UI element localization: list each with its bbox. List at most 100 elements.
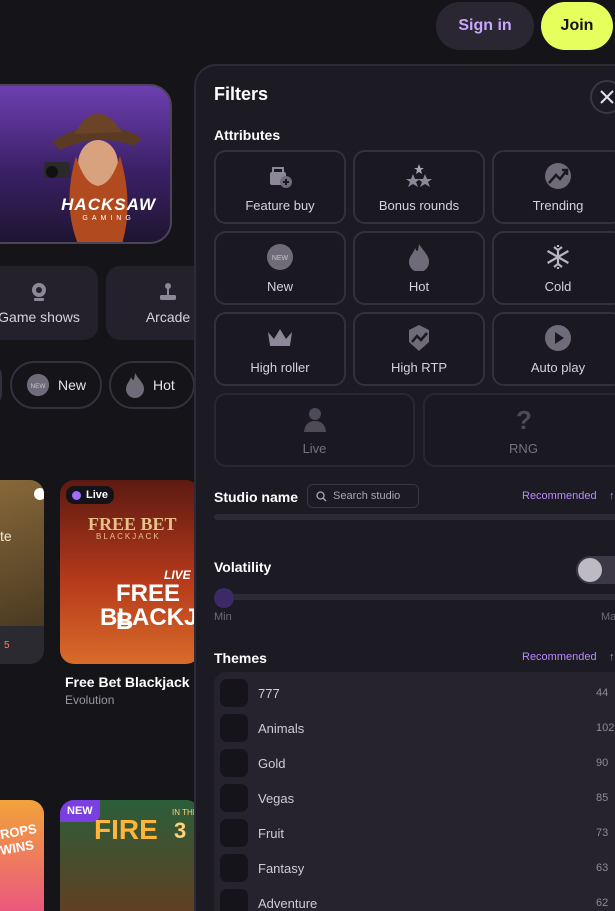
theme-checkbox[interactable] [220, 679, 248, 707]
game-card-fire-in-the-hole[interactable]: NEW FIRE IN THE 3 [60, 800, 200, 911]
studio-name-title: Studio name [214, 489, 299, 505]
attribute-cold[interactable]: Cold [492, 231, 615, 305]
attribute-label: High roller [250, 359, 310, 375]
close-button[interactable] [590, 80, 615, 114]
attribute-label: Feature buy [245, 197, 315, 213]
chip-new[interactable]: NEW New [10, 361, 102, 409]
question-icon: ? [516, 405, 532, 433]
card-corner-dot [34, 488, 44, 500]
flame-icon [126, 373, 144, 398]
card-fragment-number: 5 [4, 640, 10, 651]
svg-text:NEW: NEW [30, 383, 46, 390]
search-icon [316, 490, 327, 501]
theme-label: Gold [258, 755, 286, 771]
chip-hot[interactable]: Hot [109, 361, 195, 409]
svg-text:?: ? [516, 405, 532, 433]
join-button[interactable]: Join [541, 2, 613, 50]
hacksaw-logo-text: HACKSAW [61, 195, 156, 214]
sort-arrow-icon[interactable]: ↑ [609, 651, 615, 663]
feature-buy-icon [270, 166, 292, 188]
filters-panel: Filters Attributes Feature buy Bonus rou… [194, 64, 615, 911]
svg-text:NEW: NEW [272, 255, 289, 262]
sort-arrow-icon[interactable]: ↑ [609, 490, 615, 502]
theme-row-777[interactable]: 777 44 [220, 678, 615, 708]
chip-partial[interactable] [0, 361, 2, 409]
volatility-slider-handle[interactable] [214, 588, 234, 608]
theme-count: 102 [596, 722, 615, 734]
studio-search-input[interactable]: Search studio [307, 484, 419, 508]
attribute-rng[interactable]: ? RNG [423, 393, 615, 467]
new-badge-icon: NEW [26, 373, 50, 397]
fire-logo: FIRE [94, 814, 158, 845]
game-card-partial[interactable]: te 5 [0, 480, 44, 664]
theme-count: 85 [596, 792, 609, 804]
theme-checkbox[interactable] [220, 714, 248, 742]
hacksaw-logo-sub: GAMING [82, 215, 135, 222]
theme-checkbox[interactable] [220, 889, 248, 911]
attribute-trending[interactable]: Trending [492, 150, 615, 224]
theme-label: Fantasy [258, 860, 305, 876]
game-card-drops-wins[interactable]: ROPS WINS [0, 800, 44, 911]
themes-sort-dropdown[interactable]: Recommended [522, 651, 597, 663]
theme-label: 777 [258, 685, 280, 701]
game-card-free-bet-blackjack[interactable]: Live FREE BET BLACKJACK LIVE FREE B BLAC… [60, 480, 200, 664]
live-dot-icon [72, 490, 81, 500]
theme-checkbox[interactable] [220, 749, 248, 777]
dealer-icon [303, 407, 326, 432]
crown-icon [268, 328, 292, 346]
free-bet-logo-sub: BLACKJACK [96, 532, 161, 541]
snowflake-icon [547, 244, 569, 269]
theme-checkbox[interactable] [220, 854, 248, 882]
high-rtp-icon [409, 324, 429, 351]
bonus-rounds-icon [406, 163, 432, 187]
studio-sort-dropdown[interactable]: Recommended [522, 490, 597, 502]
attribute-label: Live [302, 440, 327, 456]
attribute-feature-buy[interactable]: Feature buy [214, 150, 346, 224]
studio-search-placeholder: Search studio [333, 490, 401, 502]
theme-count: 90 [596, 757, 609, 769]
auto-play-icon [545, 324, 571, 351]
theme-count: 63 [596, 862, 609, 874]
volatility-slider-track[interactable] [214, 594, 615, 600]
category-game-shows[interactable]: Game shows [0, 266, 98, 340]
attribute-new[interactable]: NEW New [214, 231, 346, 305]
attribute-hot[interactable]: Hot [353, 231, 485, 305]
theme-row-fantasy[interactable]: Fantasy 63 [220, 853, 615, 883]
theme-checkbox[interactable] [220, 819, 248, 847]
toggle-knob [578, 558, 602, 582]
attribute-live[interactable]: Live [214, 393, 415, 467]
hacksaw-banner[interactable]: HACKSAW GAMING [0, 84, 172, 244]
theme-row-adventure[interactable]: Adventure 62 [220, 888, 615, 911]
hacksaw-logo: HACKSAW GAMING [61, 195, 156, 222]
theme-row-gold[interactable]: Gold 90 [220, 748, 615, 778]
attribute-high-roller[interactable]: High roller [214, 312, 346, 386]
joystick-icon [160, 283, 176, 300]
filters-title: Filters [214, 84, 269, 104]
close-icon [600, 90, 614, 104]
volatility-min-label: Min [214, 611, 232, 623]
new-badge-icon: NEW [267, 243, 293, 270]
category-label: Arcade [145, 309, 191, 325]
attribute-label: Trending [532, 197, 584, 213]
theme-row-vegas[interactable]: Vegas 85 [220, 783, 615, 813]
attribute-bonus-rounds[interactable]: Bonus rounds [353, 150, 485, 224]
theme-checkbox[interactable] [220, 784, 248, 812]
live-badge-label: Live [86, 489, 109, 501]
category-label: Game shows [0, 309, 80, 325]
chip-label: New [57, 377, 86, 393]
volatility-max-label: Ma [601, 611, 615, 623]
attribute-auto-play[interactable]: Auto play [492, 312, 615, 386]
attribute-label: High RTP [390, 359, 448, 375]
sign-in-button[interactable]: Sign in [436, 2, 534, 50]
game-title[interactable]: Free Bet Blackjack [65, 674, 190, 690]
volatility-toggle[interactable] [576, 556, 615, 584]
attribute-high-rtp[interactable]: High RTP [353, 312, 485, 386]
studio-scrollbar[interactable] [214, 514, 615, 520]
theme-label: Animals [258, 720, 305, 736]
themes-title: Themes [214, 650, 267, 666]
theme-row-fruit[interactable]: Fruit 73 [220, 818, 615, 848]
attribute-label: Hot [408, 278, 430, 294]
fire-logo-number: 3 [174, 818, 187, 843]
theme-row-animals[interactable]: Animals 102 [220, 713, 615, 743]
theme-label: Fruit [258, 825, 284, 841]
